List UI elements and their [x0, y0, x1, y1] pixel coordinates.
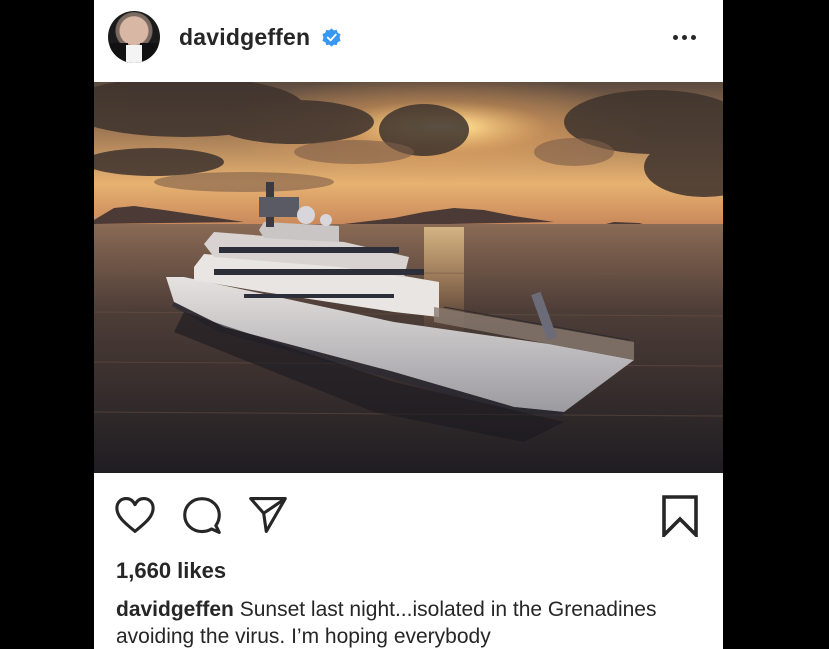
share-icon[interactable]	[248, 496, 288, 534]
more-dot	[682, 35, 687, 40]
more-options-icon[interactable]	[671, 22, 701, 52]
more-dot	[673, 35, 678, 40]
likes-count[interactable]: 1,660 likes	[116, 558, 226, 584]
post-header: davidgeffen	[94, 0, 723, 82]
avatar-shirt	[126, 45, 142, 63]
avatar-jacket-right	[140, 43, 158, 63]
caption-username[interactable]: davidgeffen	[116, 598, 234, 621]
yacht-sunset-photo	[94, 82, 723, 473]
post-username[interactable]: davidgeffen	[179, 24, 310, 51]
post-actions	[94, 473, 723, 548]
post-caption: davidgeffen Sunset last night...isolated…	[116, 596, 711, 649]
avatar[interactable]	[108, 11, 160, 63]
heart-icon[interactable]	[114, 496, 156, 534]
bookmark-icon[interactable]	[662, 495, 698, 537]
comment-icon[interactable]	[183, 497, 221, 535]
post-photo[interactable]	[94, 82, 723, 473]
more-dot	[691, 35, 696, 40]
verified-badge-icon	[322, 28, 341, 47]
post-card: davidgeffen 1,660 likes davidgeffen Suns…	[94, 0, 723, 649]
